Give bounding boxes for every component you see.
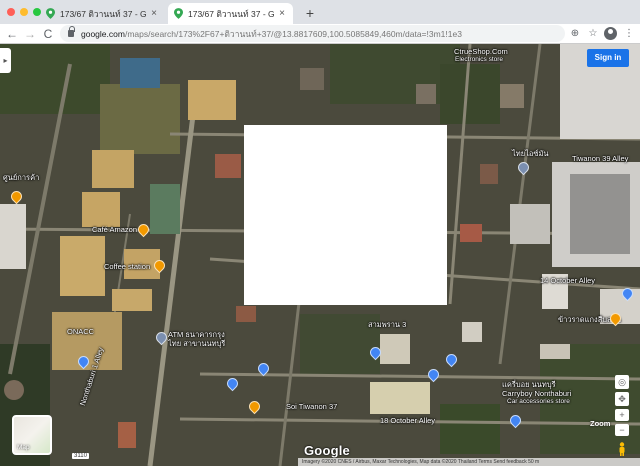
address-bar[interactable]: google.com/maps/search/173%2F67+ติวานนท์… [60, 25, 565, 42]
place-sublabel: Car accessories store [507, 398, 570, 405]
road-label: Tiwanon 39 Alley [572, 154, 629, 163]
lock-icon [68, 26, 75, 37]
blank-tile [244, 125, 447, 305]
google-logo: Google [304, 443, 350, 458]
browser-menu-icon[interactable]: ⋮ [622, 27, 636, 41]
browser-chrome: 173/67 ติวานนท์ 37 - Google Ma × 173/67 … [0, 0, 640, 44]
tab-strip: 173/67 ติวานนท์ 37 - Google Ma × 173/67 … [0, 0, 640, 24]
collapse-side-panel-button[interactable]: ▸ [0, 48, 11, 73]
place-label[interactable]: Café Amazon [92, 225, 137, 234]
road-label: Soi Tiwanon 37 [286, 402, 338, 411]
google-maps-favicon-icon [46, 8, 55, 19]
place-label[interactable]: Coffee station [104, 262, 150, 271]
road-label: 14 October Alley [540, 276, 596, 285]
road-label: 18 October Alley [380, 416, 436, 425]
place-label[interactable]: CtrueShop.Com [454, 47, 508, 56]
reload-button[interactable]: C [40, 26, 56, 42]
layer-label: Map [17, 444, 30, 451]
map-attribution: Imagery ©2020 CNES / Airbus, Maxar Techn… [298, 458, 640, 466]
minimize-window-button[interactable] [20, 8, 28, 16]
tab-title: 173/67 ติวานนท์ 37 - Google Ma [188, 8, 274, 19]
profile-avatar-icon[interactable] [604, 27, 617, 40]
bookmark-star-icon[interactable]: ☆ [586, 27, 600, 41]
window-controls [7, 8, 41, 16]
new-tab-button[interactable]: + [302, 5, 318, 21]
url-path: /maps/search/173%2F67+ติวานนท์+37/@13.88… [124, 28, 462, 39]
place-sublabel: ไทย สาขานนทบุรี [168, 339, 226, 348]
url-host: google.com [81, 28, 125, 39]
map-layer-toggle-button[interactable]: Map [12, 415, 52, 455]
place-label[interactable]: แครี่บอย นนทบุรี [502, 379, 556, 391]
tab-close-icon[interactable]: × [277, 8, 287, 19]
road-number-badge: 3110 [72, 453, 89, 459]
close-window-button[interactable] [7, 8, 15, 16]
place-sublabel: Electronics store [455, 56, 504, 63]
zoom-out-button[interactable]: − [615, 424, 629, 436]
place-label[interactable]: ศูนย์การค้า [3, 172, 39, 184]
tab-title: 173/67 ติวานนท์ 37 - Google Ma [60, 8, 146, 19]
compass-icon[interactable]: ✥ [615, 392, 629, 406]
street-view-pegman-icon[interactable] [617, 442, 627, 456]
add-bookmark-location-icon[interactable]: ⊕ [568, 27, 582, 41]
sign-in-button[interactable]: Sign in [587, 49, 629, 67]
zoom-label: Zoom [590, 419, 611, 428]
browser-toolbar: ← → C google.com/maps/search/173%2F67+ติ… [0, 24, 640, 44]
place-label[interactable]: ไทยไอซ์มัน [512, 148, 549, 160]
place-label[interactable]: ONACC [67, 327, 94, 336]
my-location-icon[interactable]: ◎ [615, 375, 629, 389]
google-maps-favicon-icon [174, 8, 183, 19]
tab-active[interactable]: 173/67 ติวานนท์ 37 - Google Ma × [168, 3, 293, 24]
back-button[interactable]: ← [4, 26, 20, 42]
place-label[interactable]: สามพราน 3 [368, 319, 406, 331]
forward-button[interactable]: → [22, 26, 38, 42]
tab-inactive[interactable]: 173/67 ติวานนท์ 37 - Google Ma × [40, 3, 165, 24]
satellite-map[interactable]: ▸ CtrueShop.Com Electronics store Tiwano… [0, 44, 640, 466]
tab-close-icon[interactable]: × [149, 8, 159, 19]
zoom-in-button[interactable]: + [615, 409, 629, 421]
